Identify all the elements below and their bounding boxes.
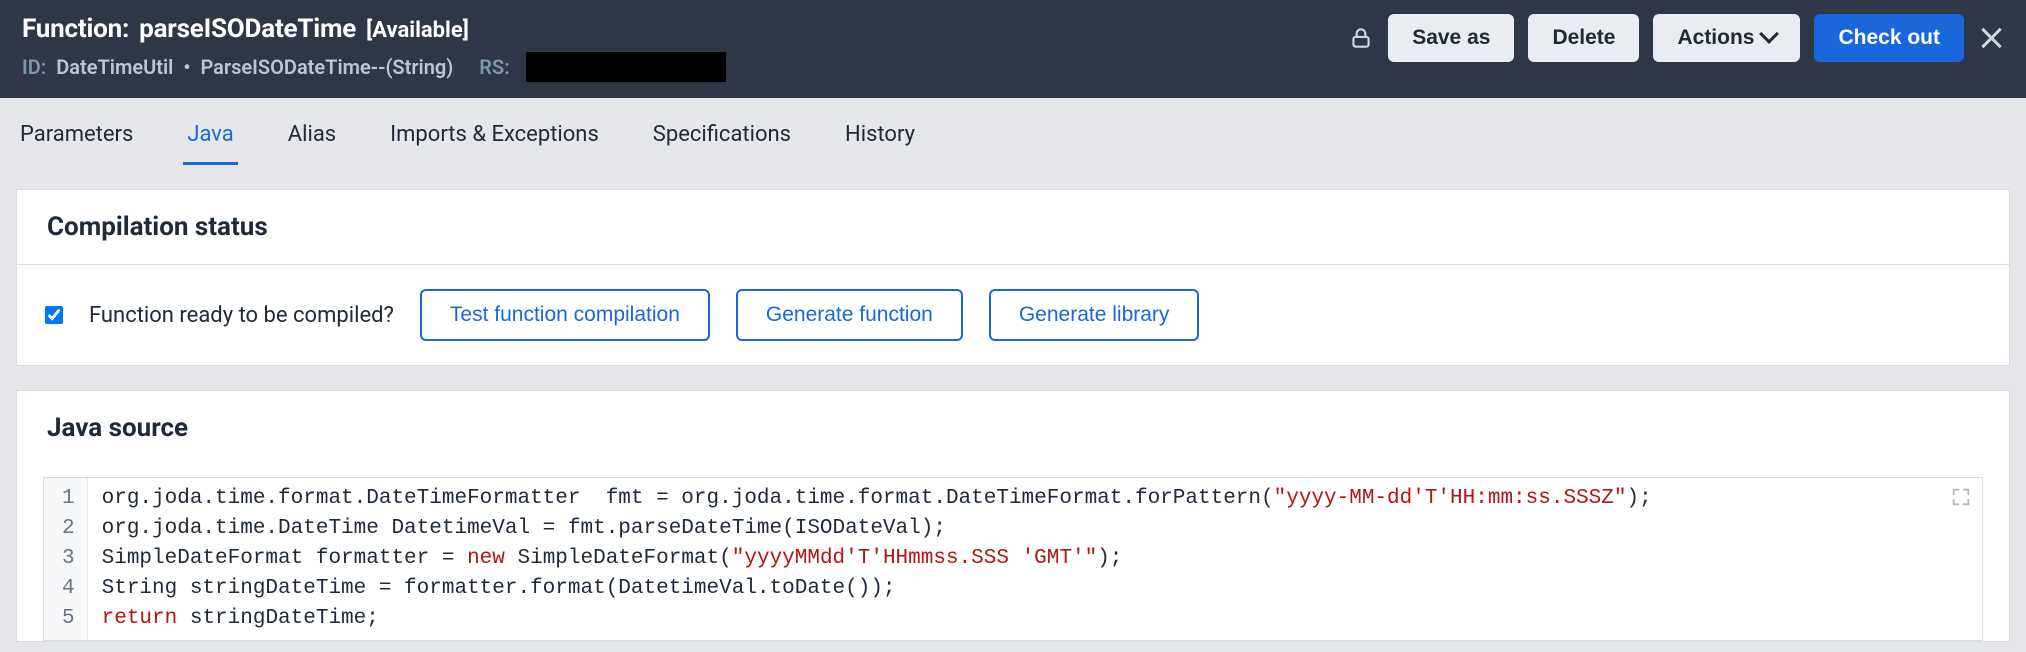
id-class: DateTimeUtil <box>56 55 173 79</box>
tab-history[interactable]: History <box>841 116 919 165</box>
header-left: Function: parseISODateTime [Available] I… <box>22 14 726 82</box>
lock-icon <box>1348 25 1374 51</box>
code-line[interactable]: String stringDateTime = formatter.format… <box>102 574 1968 604</box>
function-name: parseISODateTime <box>139 14 356 44</box>
close-icon[interactable] <box>1978 25 2004 51</box>
id-separator: • <box>183 55 190 79</box>
ready-checkbox-label: Function ready to be compiled? <box>89 303 394 328</box>
rs-value-redacted <box>526 52 726 82</box>
actions-dropdown[interactable]: Actions <box>1653 14 1800 62</box>
line-number: 1 <box>62 484 75 514</box>
id-method: ParseISODateTime--(String) <box>200 55 453 79</box>
tab-imports-exceptions[interactable]: Imports & Exceptions <box>386 116 603 165</box>
actions-label: Actions <box>1677 26 1754 50</box>
java-source-heading: Java source <box>17 391 2009 449</box>
rs-label: RS: <box>479 55 509 79</box>
id-row: ID: DateTimeUtil • ParseISODateTime--(St… <box>22 52 726 82</box>
expand-icon[interactable] <box>1950 486 1972 508</box>
title-prefix: Function: <box>22 14 129 44</box>
compilation-panel: Compilation status Function ready to be … <box>16 189 2010 366</box>
availability-status: [Available] <box>366 18 469 43</box>
code-line[interactable]: return stringDateTime; <box>102 604 1968 634</box>
tab-specifications[interactable]: Specifications <box>649 116 795 165</box>
check-out-button[interactable]: Check out <box>1814 14 1964 62</box>
line-number: 5 <box>62 604 75 634</box>
code-editor[interactable]: 12345 org.joda.time.format.DateTimeForma… <box>43 477 1983 641</box>
id-label: ID: <box>22 55 46 79</box>
delete-button[interactable]: Delete <box>1528 14 1639 62</box>
compilation-body: Function ready to be compiled? Test func… <box>17 265 2009 365</box>
tab-bar: Parameters Java Alias Imports & Exceptions S… <box>0 98 2026 165</box>
tab-alias[interactable]: Alias <box>284 116 340 165</box>
code-line[interactable]: org.joda.time.DateTime DatetimeVal = fmt… <box>102 514 1968 544</box>
header-actions: Save as Delete Actions Check out <box>1348 14 2004 62</box>
title-row: Function: parseISODateTime [Available] <box>22 14 726 44</box>
code-body[interactable]: org.joda.time.format.DateTimeFormatter f… <box>88 478 1982 640</box>
save-as-button[interactable]: Save as <box>1388 14 1514 62</box>
code-line[interactable]: org.joda.time.format.DateTimeFormatter f… <box>102 484 1968 514</box>
tab-java[interactable]: Java <box>183 116 237 165</box>
line-number: 2 <box>62 514 75 544</box>
generate-library-button[interactable]: Generate library <box>989 289 1200 341</box>
line-number: 4 <box>62 574 75 604</box>
ready-checkbox[interactable] <box>45 306 63 324</box>
code-line[interactable]: SimpleDateFormat formatter = new SimpleD… <box>102 544 1968 574</box>
generate-function-button[interactable]: Generate function <box>736 289 963 341</box>
line-gutter: 12345 <box>44 478 88 640</box>
line-number: 3 <box>62 544 75 574</box>
tab-parameters[interactable]: Parameters <box>16 116 137 165</box>
compilation-heading: Compilation status <box>17 190 2009 265</box>
page-header: Function: parseISODateTime [Available] I… <box>0 0 2026 98</box>
java-source-panel: Java source 12345 org.joda.time.format.D… <box>16 390 2010 642</box>
chevron-down-icon <box>1760 24 1780 44</box>
test-compilation-button[interactable]: Test function compilation <box>420 289 710 341</box>
